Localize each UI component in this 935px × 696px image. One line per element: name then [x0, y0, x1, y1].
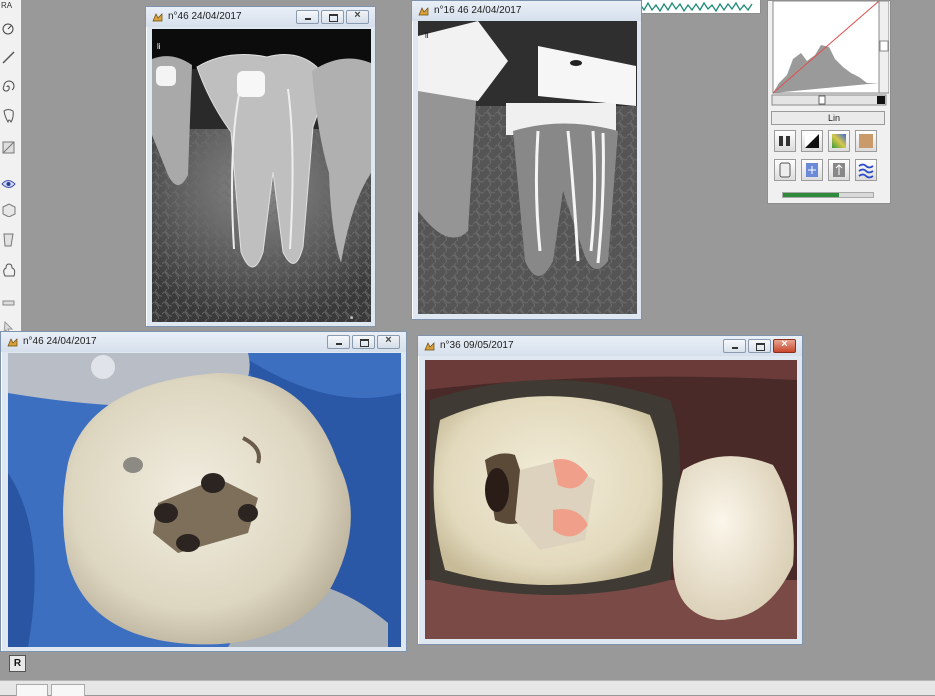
progress-bar [782, 192, 874, 198]
minimize-button[interactable] [723, 339, 746, 353]
photo-36-window[interactable]: n°36 09/05/2017 × [417, 335, 803, 645]
maximize-button[interactable] [352, 335, 375, 349]
xray-46-window[interactable]: n°46 24/04/2017 × li ■ [145, 6, 376, 327]
toolbar-label: RA [1, 1, 13, 10]
gradient-button[interactable] [828, 130, 850, 152]
photo-46-title-icon [7, 338, 18, 347]
svg-text:■: ■ [350, 315, 353, 321]
pattern-button[interactable] [855, 159, 877, 181]
xray-46-title-icon [152, 13, 163, 22]
spiral-icon[interactable] [1, 80, 16, 95]
eye-icon[interactable] [1, 176, 16, 191]
photo-36-titlebar[interactable]: n°36 09/05/2017 × [418, 336, 802, 356]
histogram-chart [771, 1, 889, 106]
close-button[interactable]: × [346, 9, 369, 24]
histo-mode-label: Lin [828, 113, 841, 123]
taskbar-item[interactable] [51, 684, 85, 696]
xray-46-image: li ■ [152, 29, 371, 322]
close-button[interactable]: × [773, 338, 796, 353]
hist-lock-icon [779, 136, 790, 146]
filter-button[interactable] [801, 159, 823, 181]
tooth-icon[interactable] [1, 108, 16, 123]
sepia-icon [859, 134, 873, 148]
photo-36-title: n°36 09/05/2017 [440, 340, 514, 351]
level-icon [833, 163, 845, 177]
photo-46-image [8, 353, 401, 647]
histo-mode-selector[interactable]: Lin [771, 111, 885, 125]
xray-46-title: n°46 24/04/2017 [168, 11, 242, 22]
keypad-button[interactable] [774, 159, 796, 181]
filter-icon [806, 163, 818, 177]
photo-46-titlebar[interactable]: n°46 24/04/2017 × [1, 332, 406, 352]
taskbar [0, 680, 935, 696]
stack-icon[interactable] [1, 292, 16, 307]
pen-icon[interactable] [1, 50, 16, 65]
maximize-button[interactable] [748, 339, 771, 353]
xray-16-46-titlebar[interactable]: n°16 46 24/04/2017 [412, 1, 641, 21]
cube-icon[interactable] [1, 202, 16, 217]
gradient-icon [832, 134, 846, 148]
minimize-button[interactable] [296, 10, 319, 24]
hand-icon[interactable] [1, 262, 16, 277]
xray-16-46-title-icon [418, 7, 429, 16]
shape-icon[interactable] [1, 232, 16, 247]
photo-36-title-icon [424, 342, 435, 351]
r-button[interactable]: R [9, 655, 26, 672]
close-button[interactable]: × [377, 334, 400, 349]
ruler-icon[interactable] [1, 140, 16, 155]
maximize-button[interactable] [321, 10, 344, 24]
contrast-icon [805, 134, 819, 148]
xray-46-titlebar[interactable]: n°46 24/04/2017 × [146, 7, 375, 27]
xray-16-46-title: n°16 46 24/04/2017 [434, 5, 522, 16]
svg-text:li: li [157, 42, 161, 51]
photo-46-title: n°46 24/04/2017 [23, 336, 97, 347]
xray-16-46-image: li [418, 21, 637, 314]
hist-lock-button[interactable] [774, 130, 796, 152]
keypad-icon [779, 162, 791, 178]
pattern-icon [858, 163, 874, 179]
level-button[interactable] [828, 159, 850, 181]
photo-46-window[interactable]: n°46 24/04/2017 × [0, 331, 407, 652]
taskbar-item[interactable] [16, 684, 48, 696]
svg-text:li: li [425, 31, 429, 40]
left-toolbar: RA [0, 0, 22, 349]
photo-36-image [425, 360, 797, 639]
histogram-panel: Lin [767, 0, 891, 204]
minimize-button[interactable] [327, 335, 350, 349]
contrast-button[interactable] [801, 130, 823, 152]
dial-icon[interactable] [1, 22, 16, 37]
sepia-button[interactable] [855, 130, 877, 152]
xray-16-46-window[interactable]: n°16 46 24/04/2017 li [411, 0, 642, 320]
